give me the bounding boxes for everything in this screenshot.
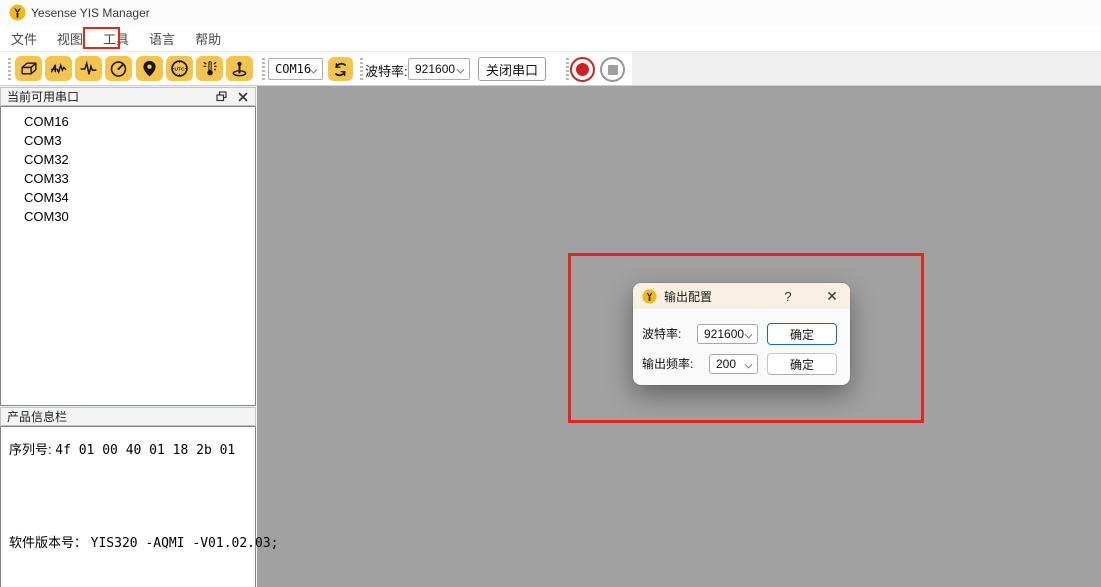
baud-ok-button[interactable]: 确定 xyxy=(767,323,837,345)
thermometer-icon[interactable] xyxy=(196,56,223,81)
ports-panel-title: 当前可用串口 xyxy=(7,88,213,105)
location-pin-icon[interactable] xyxy=(136,56,163,81)
window-title: Yesense YIS Manager xyxy=(31,6,150,20)
chevron-down-icon xyxy=(745,331,752,338)
menu-tools[interactable]: 工具 xyxy=(93,25,139,52)
float-panel-icon[interactable] xyxy=(213,89,230,104)
dialog-titlebar: 输出配置 ? ✕ xyxy=(633,283,850,309)
info-panel-title: 产品信息栏 xyxy=(7,408,255,425)
firmware-version-value: YIS320 -AQMI -V01.02.03; xyxy=(91,536,279,551)
help-icon[interactable]: ? xyxy=(778,286,798,306)
dialog-freq-label: 输出频率: xyxy=(642,353,693,375)
firmware-version-line: 软件版本号： YIS320 -AQMI -V01.02.03; xyxy=(9,532,278,551)
svg-text:UTC: UTC xyxy=(175,67,185,73)
serial-number-value: 4f 01 00 40 01 18 2b 01 xyxy=(55,443,235,458)
waveform-icon[interactable] xyxy=(75,56,102,81)
utc-clock-icon[interactable]: UTC xyxy=(166,56,193,81)
list-item[interactable]: COM32 xyxy=(1,150,255,169)
toolbar-drag-handle[interactable] xyxy=(566,58,569,80)
app-logo-icon xyxy=(9,4,26,21)
main-toolbar: UTC COM16 波特率: 921600 关闭串口 xyxy=(0,52,1101,86)
output-config-dialog: 输出配置 ? ✕ 波特率: 921600 确定 输出频率: 200 确定 xyxy=(633,283,850,385)
chevron-down-icon xyxy=(457,66,464,73)
menu-view[interactable]: 视图 xyxy=(47,25,93,52)
chevron-down-icon xyxy=(745,361,752,368)
list-item[interactable]: COM34 xyxy=(1,188,255,207)
angle-waveform-icon[interactable] xyxy=(45,56,72,81)
dialog-title: 输出配置 xyxy=(664,288,778,305)
dialog-baud-label: 波特率: xyxy=(642,323,681,345)
port-select[interactable]: COM16 xyxy=(268,58,323,80)
record-icon[interactable] xyxy=(570,57,595,82)
freq-ok-button[interactable]: 确定 xyxy=(767,353,837,375)
inclinometer-icon[interactable] xyxy=(226,56,253,81)
app-logo-icon xyxy=(642,289,657,304)
gauge-icon[interactable] xyxy=(105,56,132,81)
chevron-down-icon xyxy=(310,66,317,73)
baud-rate-label: 波特率: xyxy=(365,61,408,80)
refresh-icon[interactable] xyxy=(328,57,353,81)
stop-icon[interactable] xyxy=(600,57,625,82)
serial-number-label: 序列号: xyxy=(9,442,52,457)
ports-panel-header: 当前可用串口 xyxy=(0,87,256,106)
close-port-button[interactable]: 关闭串口 xyxy=(478,57,546,81)
menu-file[interactable]: 文件 xyxy=(1,25,47,52)
dialog-baud-select[interactable]: 921600 xyxy=(697,324,758,344)
firmware-version-label: 软件版本号： xyxy=(9,535,87,550)
dialog-freq-select[interactable]: 200 xyxy=(709,354,758,374)
toolbar-drag-handle[interactable] xyxy=(360,58,363,80)
window-titlebar: Yesense YIS Manager xyxy=(0,0,1101,26)
box-3d-icon[interactable] xyxy=(15,56,42,81)
list-item[interactable]: COM33 xyxy=(1,169,255,188)
toolbar-drag-handle[interactable] xyxy=(262,58,265,80)
menu-bar: 文件 视图 工具 语言 帮助 xyxy=(0,26,1101,52)
product-info-panel: 序列号: 4f 01 00 40 01 18 2b 01 软件版本号： YIS3… xyxy=(0,426,256,587)
toolbar-drag-handle[interactable] xyxy=(8,58,11,80)
left-dock: 当前可用串口 COM16 COM3 COM32 COM33 COM34 COM3… xyxy=(0,86,257,587)
list-item[interactable]: COM3 xyxy=(1,131,255,150)
list-item[interactable]: COM30 xyxy=(1,207,255,226)
ports-list: COM16 COM3 COM32 COM33 COM34 COM30 xyxy=(0,106,256,406)
baud-rate-select[interactable]: 921600 xyxy=(408,58,470,80)
list-item[interactable]: COM16 xyxy=(1,112,255,131)
serial-number-line: 序列号: 4f 01 00 40 01 18 2b 01 xyxy=(9,439,235,458)
close-panel-icon[interactable] xyxy=(234,89,251,104)
info-panel-header: 产品信息栏 xyxy=(0,407,256,426)
menu-help[interactable]: 帮助 xyxy=(185,25,231,52)
close-icon[interactable]: ✕ xyxy=(822,286,842,306)
menu-language[interactable]: 语言 xyxy=(139,25,185,52)
